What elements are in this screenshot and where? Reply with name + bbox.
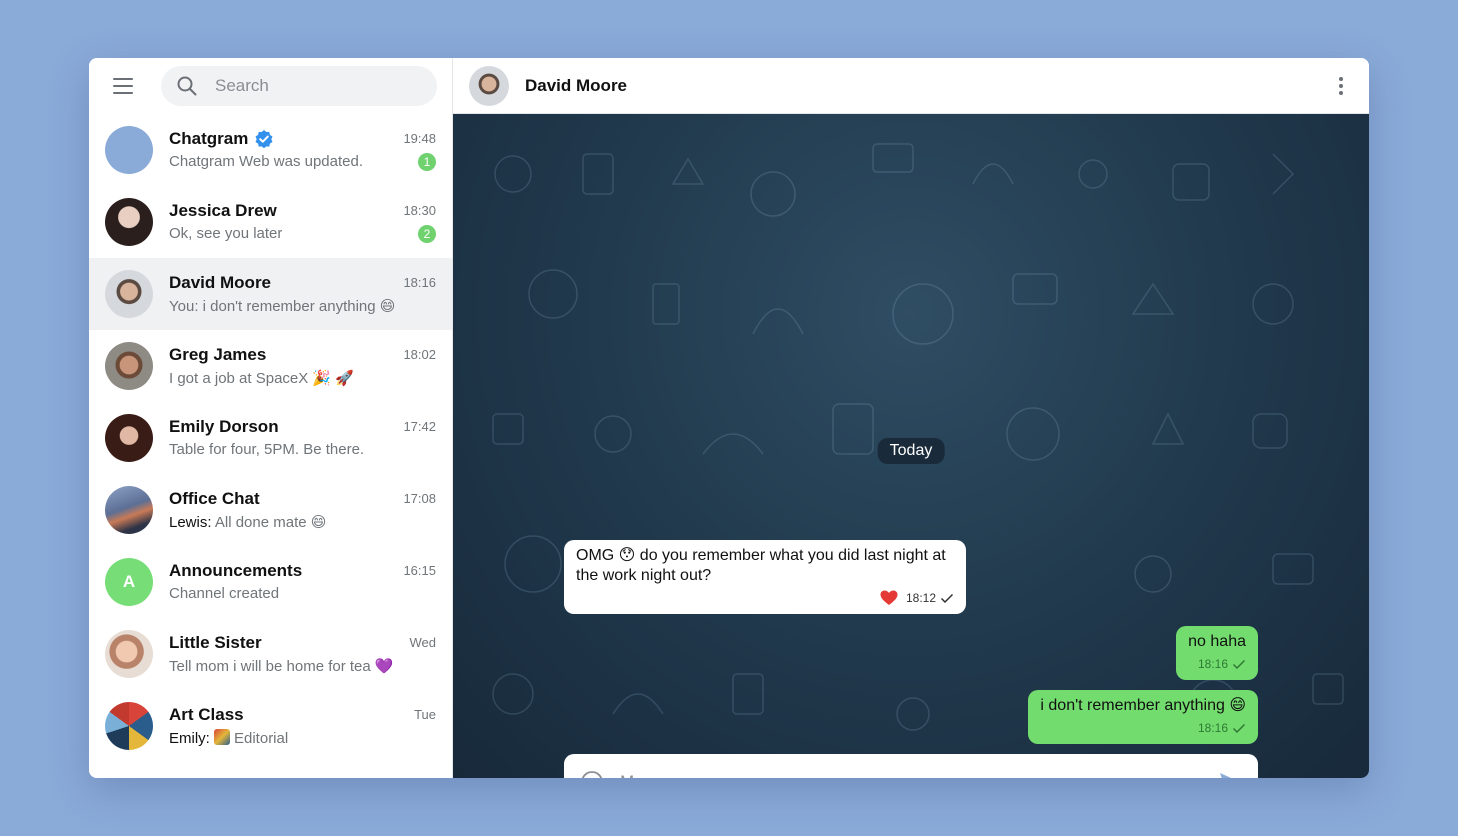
send-icon[interactable] [1218, 770, 1242, 778]
message-bubble-outgoing[interactable]: i don't remember anything 😄 18:16 [1028, 690, 1258, 744]
read-check-icon [1232, 659, 1246, 669]
avatar [105, 198, 153, 246]
message-sender: Lewis: [169, 513, 215, 531]
chat-time: 16:15 [403, 563, 436, 578]
app-window: Chatgram 19:48 Chatgram Web was updated.… [89, 58, 1369, 778]
chat-name: David Moore [169, 272, 272, 292]
message-time: 18:12 [905, 591, 936, 605]
chat-name: Greg James [169, 344, 267, 364]
chat-last-message: Table for four, 5PM. Be there. [169, 441, 365, 458]
avatar [105, 414, 153, 462]
emoji-icon[interactable] [580, 770, 604, 778]
chat-item-greg-james[interactable]: Greg James 18:02 I got a job at SpaceX 🎉… [89, 330, 452, 402]
chat-name: Art Class [169, 704, 244, 724]
sidebar: Chatgram 19:48 Chatgram Web was updated.… [89, 58, 453, 778]
chat-time: 18:02 [403, 347, 436, 362]
chat-time: 17:42 [403, 419, 436, 434]
message-composer[interactable] [564, 754, 1258, 778]
heart-reaction-icon[interactable] [880, 590, 898, 606]
chat-item-office-chat[interactable]: Office Chat 17:08 Lewis: All done mate 😄 [89, 474, 452, 546]
chat-name: Emily Dorson [169, 416, 279, 436]
chat-name: Chatgram [169, 128, 249, 148]
chat-item-announcements[interactable]: A Announcements 16:15 Channel created [89, 546, 452, 618]
chat-item-emily-dorson[interactable]: Emily Dorson 17:42 Table for four, 5PM. … [89, 402, 452, 474]
message-time: 18:16 [1197, 657, 1228, 671]
chat-time: 19:48 [403, 131, 436, 146]
unread-badge: 1 [418, 152, 436, 171]
avatar-letter: A [122, 572, 136, 591]
avatar [105, 270, 153, 318]
conversation-header[interactable]: David Moore [453, 58, 1369, 114]
conversation-panel: David Moore Today OMG 😯 do you remember … [453, 58, 1369, 778]
chat-time: 18:30 [403, 203, 436, 218]
message-bubble-incoming[interactable]: OMG 😯 do you remember what you did last … [564, 540, 966, 614]
chat-name: Office Chat [169, 488, 260, 508]
message-text: Editorial [234, 729, 289, 747]
message-bubble-outgoing[interactable]: no haha 18:16 [1176, 626, 1258, 680]
chat-item-david-moore[interactable]: David Moore 18:16 You: i don't remember … [89, 258, 452, 330]
chat-item-little-sister[interactable]: Little Sister Wed Tell mom i will be hom… [89, 618, 452, 690]
chat-item-chatgram[interactable]: Chatgram 19:48 Chatgram Web was updated.… [89, 114, 452, 186]
chat-last-message: Ok, see you later [169, 225, 283, 242]
search-input[interactable] [215, 76, 415, 96]
avatar [105, 630, 153, 678]
avatar[interactable] [469, 65, 509, 106]
search-icon [177, 76, 197, 96]
message-text: no haha [1188, 633, 1246, 650]
chat-time: Wed [409, 635, 437, 650]
avatar [105, 702, 153, 750]
avatar [105, 126, 153, 174]
messages-area[interactable]: Today OMG 😯 do you remember what you did… [453, 114, 1369, 778]
chat-item-art-class[interactable]: Art Class Tue Emily: Editorial [89, 690, 452, 762]
verified-icon [255, 129, 273, 148]
read-check-icon [1232, 723, 1246, 733]
chat-last-message: Channel created [169, 585, 280, 602]
message-time: 18:16 [1197, 721, 1228, 735]
date-separator: Today [877, 438, 945, 464]
chat-item-jessica-drew[interactable]: Jessica Drew 18:30 Ok, see you later 2 [89, 186, 452, 258]
chat-list: Chatgram 19:48 Chatgram Web was updated.… [89, 114, 452, 762]
message-sender: Emily: [169, 729, 214, 747]
chat-last-message: Emily: Editorial [169, 728, 289, 747]
chat-time: 18:16 [403, 275, 436, 290]
unread-badge: 2 [418, 224, 436, 243]
avatar [105, 342, 153, 390]
chat-name: Jessica Drew [169, 200, 277, 220]
avatar: A [105, 558, 153, 606]
message-input[interactable] [620, 772, 1218, 778]
message-text: OMG 😯 do you remember what you did last … [576, 547, 946, 584]
avatar [105, 486, 153, 534]
chat-last-message: Lewis: All done mate 😄 [169, 513, 326, 531]
chat-last-message: Chatgram Web was updated. [169, 153, 363, 170]
message-text: All done mate 😄 [214, 513, 327, 531]
chat-name: Little Sister [169, 632, 262, 652]
chat-last-message: Tell mom i will be home for tea 💜 [169, 657, 394, 675]
message-text: i don't remember anything 😄 [1040, 697, 1246, 714]
chat-time: Tue [414, 707, 436, 722]
chat-name: Announcements [169, 560, 303, 580]
image-thumbnail-icon [214, 728, 230, 745]
chat-time: 17:08 [403, 491, 436, 506]
hamburger-menu-icon[interactable] [113, 74, 137, 98]
search-box[interactable] [161, 66, 437, 106]
read-check-icon [940, 593, 954, 603]
chat-last-message: I got a job at SpaceX 🎉 🚀 [169, 369, 354, 387]
contact-name: David Moore [525, 75, 628, 95]
chat-last-message: You: i don't remember anything 😄 [169, 297, 396, 315]
sidebar-header [89, 58, 452, 114]
more-options-icon[interactable] [1329, 74, 1353, 98]
